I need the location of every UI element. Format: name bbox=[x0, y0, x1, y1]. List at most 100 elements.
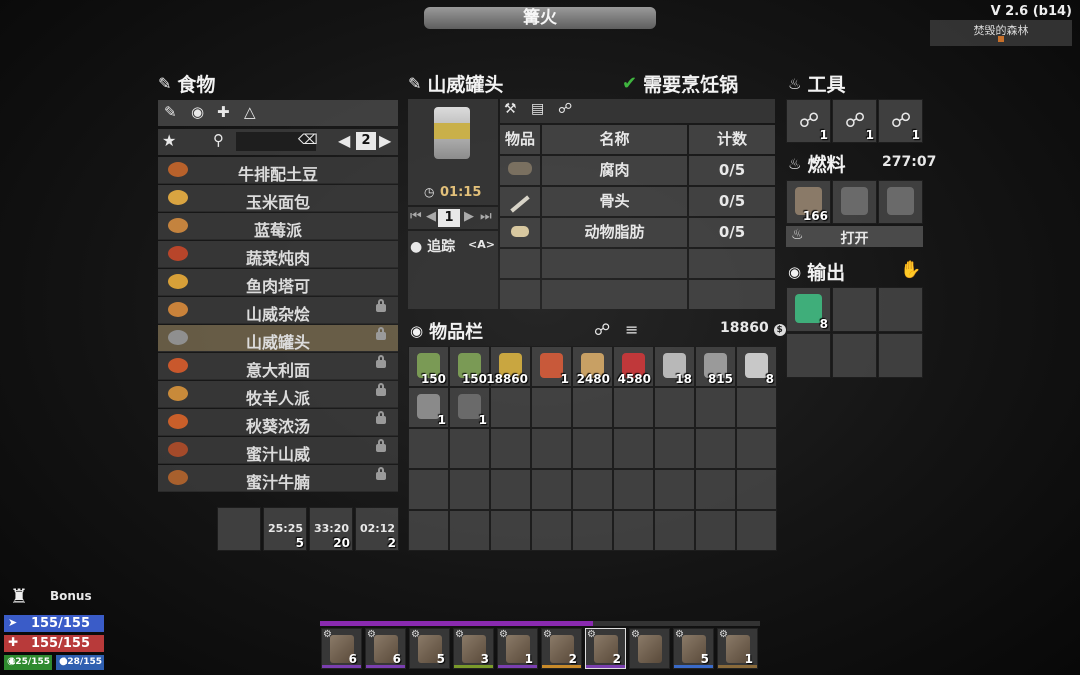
inventory-slot-empty[interactable] bbox=[736, 469, 777, 510]
inventory-slot[interactable]: 150 bbox=[408, 346, 449, 387]
output-slot[interactable] bbox=[832, 333, 877, 378]
inventory-slot-empty[interactable] bbox=[654, 428, 695, 469]
inventory-slot[interactable]: 1 bbox=[531, 346, 572, 387]
qty-increase-button[interactable]: ▶ bbox=[464, 209, 474, 224]
food-item[interactable]: 山威杂烩 bbox=[158, 297, 398, 324]
inventory-slot[interactable]: 18860 bbox=[486, 346, 531, 387]
inventory-slot-empty[interactable] bbox=[490, 387, 531, 428]
queue-slot[interactable]: 33:20 20 bbox=[309, 507, 353, 551]
queue-slot[interactable]: 25:25 5 bbox=[263, 507, 307, 551]
inventory-slot[interactable]: 4580 bbox=[613, 346, 654, 387]
output-slot[interactable] bbox=[878, 333, 923, 378]
food-item[interactable]: 蜜汁牛腩 bbox=[158, 465, 398, 492]
inventory-slot-empty[interactable] bbox=[572, 510, 613, 551]
inventory-slot-empty[interactable] bbox=[695, 510, 736, 551]
inventory-slot-empty[interactable] bbox=[572, 428, 613, 469]
inventory-slot-empty[interactable] bbox=[572, 387, 613, 428]
inventory-slot-empty[interactable] bbox=[736, 428, 777, 469]
inventory-slot-empty[interactable] bbox=[490, 469, 531, 510]
inventory-slot-empty[interactable] bbox=[572, 469, 613, 510]
food-item[interactable]: 鱼肉塔可 bbox=[158, 269, 398, 296]
open-fire-button[interactable]: ♨ 打开 bbox=[786, 226, 923, 247]
sort-icon[interactable]: ≡ bbox=[625, 320, 638, 339]
category-chef-icon[interactable]: ◉ bbox=[191, 103, 204, 121]
inventory-slot[interactable]: 1 bbox=[408, 387, 449, 428]
inventory-slot-empty[interactable] bbox=[531, 428, 572, 469]
inventory-slot-empty[interactable] bbox=[408, 469, 449, 510]
fuel-slot[interactable]: 166 bbox=[786, 180, 831, 224]
category-all-icon[interactable]: ✎ bbox=[164, 103, 177, 121]
inventory-slot-empty[interactable] bbox=[408, 428, 449, 469]
tool-slot[interactable]: ☍ 1 bbox=[786, 99, 831, 143]
inventory-slot-empty[interactable] bbox=[449, 469, 490, 510]
inventory-slot[interactable]: 2480 bbox=[572, 346, 613, 387]
inventory-slot-empty[interactable] bbox=[613, 387, 654, 428]
inventory-slot-empty[interactable] bbox=[531, 469, 572, 510]
page-next-button[interactable]: ▶ bbox=[379, 131, 391, 150]
inventory-slot-empty[interactable] bbox=[736, 387, 777, 428]
inventory-slot-empty[interactable] bbox=[490, 510, 531, 551]
inventory-slot[interactable]: 150 bbox=[449, 346, 490, 387]
take-all-icon[interactable]: ✋ bbox=[900, 260, 921, 280]
page-prev-button[interactable]: ◀ bbox=[338, 131, 350, 150]
tool-slot[interactable]: ☍ 1 bbox=[832, 99, 877, 143]
inventory-slot-empty[interactable] bbox=[613, 510, 654, 551]
inventory-slot-empty[interactable] bbox=[531, 510, 572, 551]
food-item[interactable]: 蓝莓派 bbox=[158, 213, 398, 240]
inventory-slot-empty[interactable] bbox=[613, 469, 654, 510]
inventory-slot-empty[interactable] bbox=[449, 428, 490, 469]
clear-search-icon[interactable]: ⌫ bbox=[298, 132, 318, 148]
inventory-slot-empty[interactable] bbox=[490, 428, 531, 469]
inventory-slot[interactable]: 8 bbox=[736, 346, 777, 387]
inventory-slot-empty[interactable] bbox=[695, 387, 736, 428]
favorite-star-icon[interactable]: ★ bbox=[162, 131, 176, 150]
lock-slots-icon[interactable]: ☍ bbox=[594, 320, 610, 339]
inventory-slot[interactable]: 1 bbox=[449, 387, 490, 428]
output-slot[interactable] bbox=[786, 333, 831, 378]
food-item[interactable]: 牧羊人派 bbox=[158, 381, 398, 408]
inventory-slot-empty[interactable] bbox=[613, 428, 654, 469]
output-slot[interactable] bbox=[832, 287, 877, 332]
inventory-slot-empty[interactable] bbox=[695, 469, 736, 510]
queue-slot[interactable] bbox=[217, 507, 261, 551]
qty-first-button[interactable]: ⏮ bbox=[410, 209, 422, 224]
toolbelt-slot[interactable]: ⚙ 3 bbox=[453, 628, 494, 669]
toolbelt-slot[interactable]: ⚙ bbox=[629, 628, 670, 669]
inventory-slot-empty[interactable] bbox=[695, 428, 736, 469]
inventory-slot[interactable]: 18 bbox=[654, 346, 695, 387]
food-item[interactable]: 意大利面 bbox=[158, 353, 398, 380]
toolbelt-slot[interactable]: ⚙ 1 bbox=[717, 628, 758, 669]
inventory-slot-empty[interactable] bbox=[654, 510, 695, 551]
food-item[interactable]: 蔬菜炖肉 bbox=[158, 241, 398, 268]
toolbelt-slot[interactable]: ⚙ 2 bbox=[585, 628, 626, 669]
toolbelt-slot[interactable]: ⚙ 6 bbox=[365, 628, 406, 669]
inventory-slot-empty[interactable] bbox=[654, 469, 695, 510]
qty-last-button[interactable]: ⏭ bbox=[480, 209, 492, 224]
toolbelt-slot[interactable]: ⚙ 1 bbox=[497, 628, 538, 669]
fuel-slot[interactable] bbox=[878, 180, 923, 224]
inventory-slot-empty[interactable] bbox=[736, 510, 777, 551]
output-slot[interactable] bbox=[878, 287, 923, 332]
food-item[interactable]: 牛排配土豆 bbox=[158, 157, 398, 184]
food-item[interactable]: 玉米面包 bbox=[158, 185, 398, 212]
qty-decrease-button[interactable]: ◀ bbox=[426, 209, 436, 224]
food-item-selected[interactable]: 山威罐头 bbox=[158, 325, 398, 352]
quantity-value[interactable]: 1 bbox=[438, 209, 460, 227]
toolbelt-slot[interactable]: ⚙ 2 bbox=[541, 628, 582, 669]
category-medical-icon[interactable]: ✚ bbox=[217, 103, 230, 121]
food-item[interactable]: 秋葵浓汤 bbox=[158, 409, 398, 436]
inventory-slot-empty[interactable] bbox=[531, 387, 572, 428]
queue-slot[interactable]: 02:12 2 bbox=[355, 507, 399, 551]
fuel-slot[interactable] bbox=[832, 180, 877, 224]
toolbelt-slot[interactable]: ⚙ 6 bbox=[321, 628, 362, 669]
tool-slot[interactable]: ☍ 1 bbox=[878, 99, 923, 143]
inventory-slot-empty[interactable] bbox=[654, 387, 695, 428]
inventory-slot-empty[interactable] bbox=[408, 510, 449, 551]
toolbelt-slot[interactable]: ⚙ 5 bbox=[673, 628, 714, 669]
inventory-slot-empty[interactable] bbox=[449, 510, 490, 551]
inventory-slot[interactable]: 815 bbox=[695, 346, 736, 387]
food-item[interactable]: 蜜汁山威 bbox=[158, 437, 398, 464]
output-slot[interactable]: 8 bbox=[786, 287, 831, 332]
toolbelt-slot[interactable]: ⚙ 5 bbox=[409, 628, 450, 669]
category-science-icon[interactable]: △ bbox=[244, 103, 256, 121]
